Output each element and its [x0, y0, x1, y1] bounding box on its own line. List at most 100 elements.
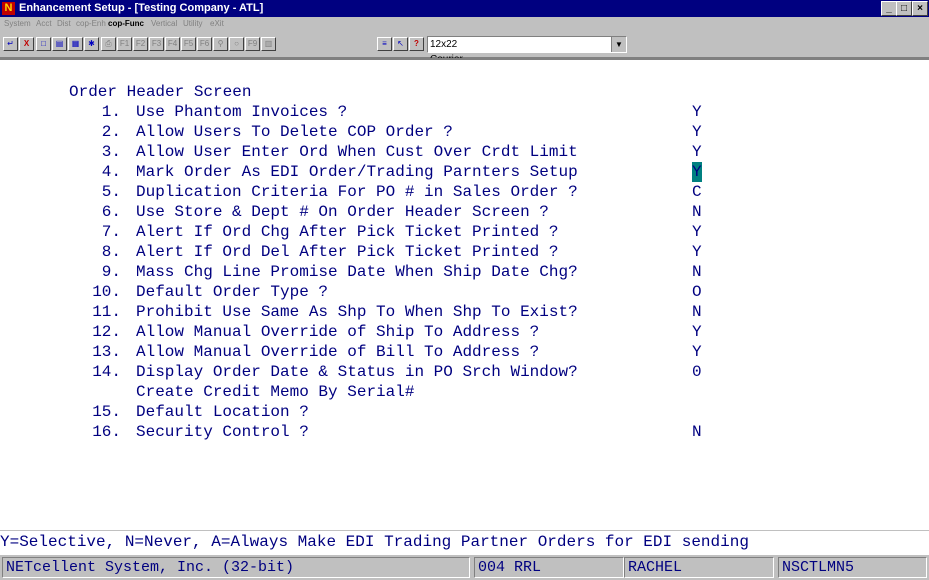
setting-number: 10.	[92, 283, 121, 301]
setting-row[interactable]: 6. Use Store & Dept # On Order Header Scr…	[0, 202, 929, 222]
chevron-down-icon[interactable]: ▼	[611, 37, 626, 52]
setting-value[interactable]: Y	[692, 322, 702, 342]
select-icon[interactable]: □	[36, 37, 51, 51]
setting-value[interactable]: Y	[692, 142, 702, 162]
setting-number: 9.	[101, 263, 121, 281]
setting-value[interactable]: 0	[692, 362, 702, 382]
title-bar: N Enhancement Setup - [Testing Company -…	[0, 0, 929, 17]
terminal-screen: Order Header Screen 1. Use Phantom Invoic…	[0, 58, 929, 530]
minimize-button[interactable]: _	[881, 1, 897, 16]
app-icon: N	[2, 2, 15, 15]
paste-icon[interactable]: ▦	[68, 37, 83, 51]
setting-number: 16.	[92, 423, 121, 441]
f6-key[interactable]: F6	[197, 37, 212, 51]
help-icon[interactable]: ?	[409, 37, 424, 51]
setting-row[interactable]: 11. Prohibit Use Same As Shp To When Shp …	[0, 302, 929, 322]
setting-label: Prohibit Use Same As Shp To When Shp To …	[136, 303, 578, 321]
binoculars-icon[interactable]: ⚲	[213, 37, 228, 51]
setting-label: Security Control ?	[136, 423, 309, 441]
setting-value[interactable]: Y	[692, 242, 702, 262]
setting-row[interactable]: 5. Duplication Criteria For PO # in Sales…	[0, 182, 929, 202]
setting-value[interactable]: N	[692, 262, 702, 282]
setting-row[interactable]: 16. Security Control ? N	[0, 422, 929, 442]
f5-key[interactable]: F5	[181, 37, 196, 51]
setting-label: Duplication Criteria For PO # in Sales O…	[136, 183, 578, 201]
setting-row[interactable]: 14. Display Order Date & Status in PO Src…	[0, 362, 929, 382]
maximize-button[interactable]: □	[896, 1, 912, 16]
pointer-icon[interactable]: ↖	[393, 37, 408, 51]
cancel-icon[interactable]: X	[19, 37, 34, 51]
menu-cop-enh[interactable]: cop-Enh	[76, 17, 106, 31]
setting-value[interactable]: Y	[692, 102, 702, 122]
setting-row[interactable]: 10. Default Order Type ? O	[0, 282, 929, 302]
setting-label: Allow Manual Override of Ship To Address…	[136, 323, 540, 341]
status-machine: NSCTLMN5	[778, 557, 927, 578]
setting-value[interactable]: Y	[692, 222, 702, 242]
close-button[interactable]: ×	[912, 1, 928, 16]
copy-icon[interactable]: ▤	[52, 37, 67, 51]
f1-key[interactable]: F1	[117, 37, 132, 51]
setting-label: Default Order Type ?	[136, 283, 329, 301]
setting-number: 11.	[92, 303, 121, 321]
setting-label: Use Phantom Invoices ?	[136, 103, 348, 121]
setting-label: Use Store & Dept # On Order Header Scree…	[136, 203, 549, 221]
setting-number: 13.	[92, 343, 121, 361]
menu-utility[interactable]: Utility	[183, 17, 203, 31]
f9-key[interactable]: F9	[245, 37, 260, 51]
print-icon[interactable]: ⎙	[101, 37, 116, 51]
setting-label: Default Location ?	[136, 403, 309, 421]
setting-label: Mass Chg Line Promise Date When Ship Dat…	[136, 263, 578, 281]
help-line: Y=Selective, N=Never, A=Always Make EDI …	[0, 530, 929, 553]
setting-row[interactable]: Create Credit Memo By Serial#	[0, 382, 929, 402]
setting-value[interactable]: Y	[692, 342, 702, 362]
f4-key[interactable]: F4	[165, 37, 180, 51]
notes-icon[interactable]: ≡	[377, 37, 392, 51]
setting-value[interactable]: Y	[692, 122, 702, 142]
setting-row[interactable]: 4. Mark Order As EDI Order/Trading Parnte…	[0, 162, 929, 182]
setting-row[interactable]: 15. Default Location ?	[0, 402, 929, 422]
window-title: Enhancement Setup - [Testing Company - A…	[19, 2, 264, 14]
setting-value[interactable]: O	[692, 282, 702, 302]
setting-row[interactable]: 9. Mass Chg Line Promise Date When Ship D…	[0, 262, 929, 282]
setting-number: 14.	[92, 363, 121, 381]
setting-row[interactable]: 3. Allow User Enter Ord When Cust Over Cr…	[0, 142, 929, 162]
setting-number: 8.	[101, 243, 121, 261]
menu-exit[interactable]: eXit	[210, 17, 224, 31]
menu-acct[interactable]: Acct	[36, 17, 52, 31]
zoom-icon[interactable]: ○	[229, 37, 244, 51]
setting-label: Alert If Ord Chg After Pick Ticket Print…	[136, 223, 559, 241]
setting-number: 12.	[92, 323, 121, 341]
setting-row[interactable]: 13. Allow Manual Override of Bill To Addr…	[0, 342, 929, 362]
setting-row[interactable]: 7. Alert If Ord Chg After Pick Ticket Pri…	[0, 222, 929, 242]
setting-label: Allow Manual Override of Bill To Address…	[136, 343, 540, 361]
enter-icon[interactable]: ↵	[3, 37, 18, 51]
setting-value[interactable]: Y	[692, 162, 702, 182]
f2-key[interactable]: F2	[133, 37, 148, 51]
setting-number: 5.	[101, 183, 121, 201]
status-bar: NETcellent System, Inc. (32-bit) 004 RRL…	[0, 555, 929, 580]
menu-vertical[interactable]: Vertical	[151, 17, 177, 31]
setting-label: Allow User Enter Ord When Cust Over Crdt…	[136, 143, 578, 161]
setting-value[interactable]: N	[692, 422, 702, 442]
setting-number: 15.	[92, 403, 121, 421]
setting-row[interactable]: 1. Use Phantom Invoices ? Y	[0, 102, 929, 122]
status-user: RACHEL	[624, 557, 774, 578]
setting-row[interactable]: 2. Allow Users To Delete COP Order ? Y	[0, 122, 929, 142]
toolbar: ↵ X □ ▤ ▦ ✱ ⎙ F1 F2 F3 F4 F5 F6 ⚲ ○ F9 ▥…	[0, 31, 929, 80]
settings-icon[interactable]: ✱	[84, 37, 99, 51]
menu-dist[interactable]: Dist	[57, 17, 71, 31]
setting-value[interactable]: N	[692, 202, 702, 222]
calendar-icon[interactable]: ▥	[261, 37, 276, 51]
menu-system[interactable]: System	[4, 17, 31, 31]
f3-key[interactable]: F3	[149, 37, 164, 51]
setting-label: Alert If Ord Del After Pick Ticket Print…	[136, 243, 559, 261]
setting-row[interactable]: 12. Allow Manual Override of Ship To Addr…	[0, 322, 929, 342]
status-code: 004 RRL	[474, 557, 624, 578]
setting-row[interactable]: 8. Alert If Ord Del After Pick Ticket Pri…	[0, 242, 929, 262]
setting-label: Allow Users To Delete COP Order ?	[136, 123, 453, 141]
setting-value[interactable]: C	[692, 182, 702, 202]
setting-label: Create Credit Memo By Serial#	[136, 383, 415, 401]
font-select[interactable]: 12x22 Courier New ▼	[427, 36, 627, 80]
setting-value[interactable]: N	[692, 302, 702, 322]
menu-cop-func[interactable]: cop-Func	[108, 17, 144, 31]
